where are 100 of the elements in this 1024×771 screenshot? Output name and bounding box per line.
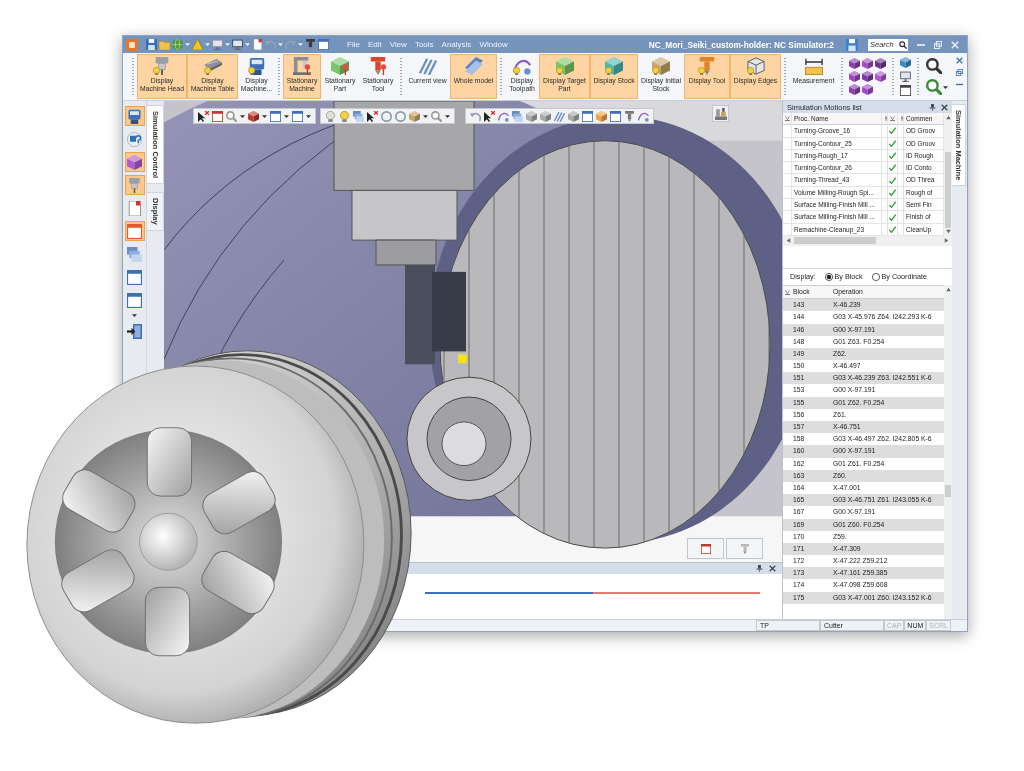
radio-icon[interactable] xyxy=(824,272,833,281)
window-icon[interactable] xyxy=(900,85,911,96)
timeline-track[interactable] xyxy=(425,592,760,594)
window-icon[interactable] xyxy=(292,110,303,122)
caret-icon[interactable] xyxy=(445,113,450,119)
check-icon[interactable] xyxy=(889,127,896,135)
caret-icon[interactable] xyxy=(240,113,245,119)
check-icon[interactable] xyxy=(889,201,896,209)
radio-icon[interactable] xyxy=(871,272,880,281)
pin-icon[interactable] xyxy=(929,103,936,111)
stripes-icon[interactable] xyxy=(554,110,565,122)
save-icon[interactable] xyxy=(846,38,858,51)
save-icon[interactable] xyxy=(146,39,157,50)
cube-icon[interactable] xyxy=(862,58,873,69)
machine-frame-icon xyxy=(292,57,312,75)
window-icon xyxy=(127,223,142,239)
cube-icon[interactable] xyxy=(849,71,860,82)
machine-icon xyxy=(246,57,267,75)
check-icon[interactable] xyxy=(889,139,896,147)
cube-icon[interactable] xyxy=(862,84,873,95)
vertical-scrollbar[interactable] xyxy=(944,284,952,619)
document-icon[interactable] xyxy=(252,39,263,50)
right-arrow-icon[interactable] xyxy=(944,238,949,244)
caret-icon[interactable] xyxy=(284,113,289,119)
ring-icon[interactable] xyxy=(395,110,406,122)
window-icon xyxy=(700,543,711,554)
tool-icon[interactable] xyxy=(624,110,635,122)
exclamation-icon[interactable] xyxy=(884,116,888,122)
stripes-icon xyxy=(417,57,438,75)
sort-icon[interactable] xyxy=(890,116,895,122)
window-icon[interactable] xyxy=(610,110,621,122)
restore-icon[interactable] xyxy=(934,40,942,49)
check-icon[interactable] xyxy=(889,188,896,196)
lightbulb-icon[interactable] xyxy=(325,110,336,122)
window-icon[interactable] xyxy=(318,39,329,50)
window-icon[interactable] xyxy=(270,110,281,122)
cube-icon[interactable] xyxy=(862,71,873,82)
close-icon[interactable] xyxy=(769,565,776,572)
caret-icon[interactable] xyxy=(943,84,948,90)
cube-icon[interactable] xyxy=(248,110,259,122)
vertical-scrollbar[interactable] xyxy=(944,113,952,236)
cursor-icon[interactable] xyxy=(367,110,378,122)
check-icon[interactable] xyxy=(889,176,896,184)
view-tab[interactable] xyxy=(687,538,724,559)
window-icon[interactable] xyxy=(582,110,593,122)
horizontal-scrollbar[interactable] xyxy=(783,235,952,246)
cube-icon[interactable] xyxy=(875,58,886,69)
caret-icon[interactable] xyxy=(423,113,428,119)
monitor-icon[interactable] xyxy=(212,39,223,50)
lightbulb-icon[interactable] xyxy=(339,110,350,122)
cube-icon[interactable] xyxy=(900,57,911,68)
warning-icon[interactable] xyxy=(192,39,203,50)
down-arrow-icon[interactable] xyxy=(945,228,951,234)
tool-icon xyxy=(739,543,750,554)
window-icon xyxy=(127,269,142,285)
caret-icon[interactable] xyxy=(132,313,137,318)
zoom-icon[interactable] xyxy=(926,58,942,74)
close-icon[interactable] xyxy=(956,57,963,64)
up-arrow-icon[interactable] xyxy=(945,286,951,292)
cursor-icon[interactable] xyxy=(198,110,209,122)
scrollbar-thumb[interactable] xyxy=(945,484,951,497)
caret-icon[interactable] xyxy=(262,113,267,119)
tool-icon xyxy=(368,57,388,75)
layers-icon[interactable] xyxy=(512,110,523,122)
check-icon[interactable] xyxy=(889,225,896,233)
cube-icon xyxy=(554,57,575,75)
sort-icon[interactable] xyxy=(785,116,790,122)
window-icon xyxy=(127,292,142,308)
cube-icon[interactable] xyxy=(875,71,886,82)
monitor-icon[interactable] xyxy=(900,71,911,82)
cube-icon[interactable] xyxy=(849,84,860,95)
exit-icon xyxy=(127,323,142,339)
tool-icon[interactable] xyxy=(305,39,316,50)
scrollbar-thumb[interactable] xyxy=(794,237,876,245)
up-arrow-icon[interactable] xyxy=(945,115,951,120)
cube-icon[interactable] xyxy=(849,58,860,69)
close-icon[interactable] xyxy=(941,103,948,111)
window-icon[interactable] xyxy=(212,110,223,122)
machine-view-button[interactable] xyxy=(712,105,729,122)
exclamation-icon[interactable] xyxy=(900,116,904,122)
toolbar-button[interactable] xyxy=(124,106,145,126)
check-icon[interactable] xyxy=(889,164,896,172)
toolbar-button[interactable] xyxy=(124,321,145,341)
scrollbar-thumb[interactable] xyxy=(945,152,951,228)
pin-icon[interactable] xyxy=(756,565,763,572)
restore-icon[interactable] xyxy=(956,69,963,76)
check-icon[interactable] xyxy=(889,152,896,160)
curve-icon[interactable] xyxy=(498,110,509,122)
cursor-icon[interactable] xyxy=(484,110,495,122)
sort-icon[interactable] xyxy=(785,289,790,295)
spindle-icon xyxy=(127,177,142,193)
cube-icon xyxy=(127,154,142,170)
left-arrow-icon[interactable] xyxy=(786,238,791,244)
monitor-icon[interactable] xyxy=(232,39,243,50)
app-logo-icon[interactable] xyxy=(126,38,138,51)
caret-icon[interactable] xyxy=(306,113,311,119)
check-icon[interactable] xyxy=(889,213,896,221)
curve-icon[interactable] xyxy=(638,110,649,122)
cube-icon xyxy=(651,57,671,75)
ruler-icon xyxy=(803,57,824,75)
